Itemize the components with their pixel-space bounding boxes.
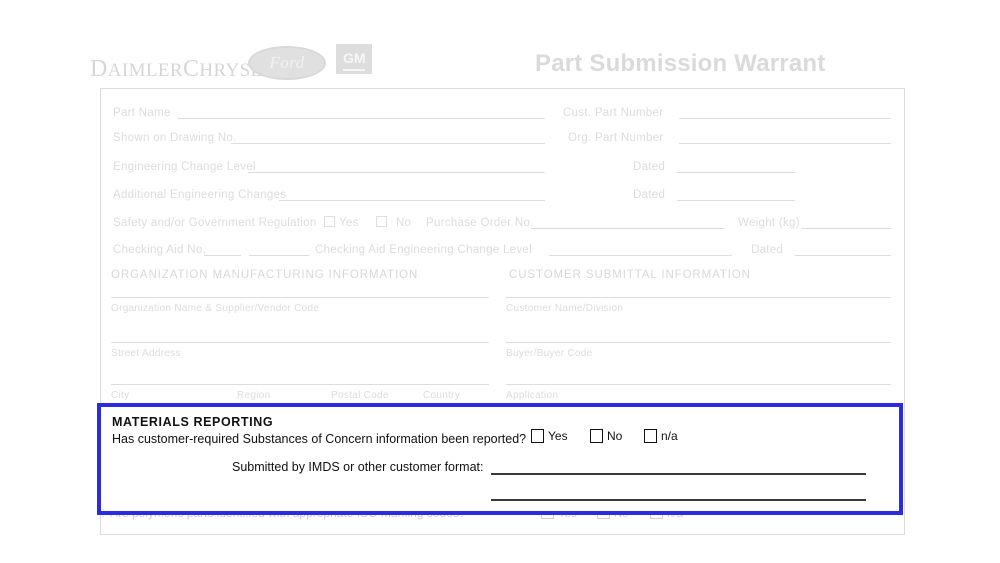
label-part-name: Part Name — [113, 107, 171, 119]
page-title: Part Submission Warrant — [535, 50, 826, 77]
label-weight-kg: Weight (kg) — [738, 217, 800, 229]
field-purchase-order-no[interactable] — [531, 228, 725, 229]
materials-option-no[interactable]: No — [590, 429, 622, 443]
field-weight-kg[interactable] — [801, 228, 891, 229]
label-org-name: Organization Name & Supplier/Vendor Code — [111, 303, 320, 314]
label-materials-no: No — [607, 429, 623, 443]
label-shown-on-drawing-no: Shown on Drawing No. — [113, 132, 237, 144]
checkbox-materials-no[interactable] — [590, 429, 603, 443]
label-region: Region — [237, 390, 271, 401]
field-cust-part-number[interactable] — [679, 118, 891, 119]
label-customer-name: Customer Name/Division — [506, 303, 624, 314]
label-safety-yes: Yes — [339, 217, 359, 229]
field-part-name[interactable] — [178, 118, 545, 119]
label-purchase-order-no: Purchase Order No. — [426, 217, 534, 229]
label-safety-no: No — [396, 217, 412, 229]
field-checking-aid-no-a[interactable] — [204, 255, 241, 256]
field-submitted-by-imds-line-1[interactable] — [491, 473, 866, 475]
materials-option-yes[interactable]: Yes — [531, 429, 568, 443]
label-application: Application — [506, 390, 559, 401]
label-checking-aid-dated: Dated — [751, 244, 784, 256]
section-heading-customer: CUSTOMER SUBMITTAL INFORMATION — [509, 269, 751, 281]
label-country: Country — [423, 390, 461, 401]
label-additional-engineering-changes: Additional Engineering Changes — [113, 189, 287, 201]
checkbox-materials-yes[interactable] — [531, 429, 544, 443]
field-shown-on-drawing-no[interactable] — [231, 143, 545, 144]
field-street-address[interactable] — [111, 342, 489, 343]
checkbox-safety-yes[interactable] — [324, 216, 335, 227]
materials-option-na[interactable]: n/a — [644, 429, 678, 443]
label-city: City — [111, 390, 130, 401]
gm-logo: GM — [336, 44, 372, 74]
field-additional-engineering-changes[interactable] — [279, 200, 545, 201]
field-customer-name[interactable] — [506, 297, 891, 298]
field-buyer-code[interactable] — [506, 342, 891, 343]
field-dated-2[interactable] — [677, 200, 795, 201]
ford-logo-text: Ford — [269, 53, 305, 72]
label-org-part-number: Org. Part Number — [568, 132, 664, 144]
gm-logo-text: GM — [343, 47, 366, 71]
field-city-region-postal-country[interactable] — [111, 384, 489, 385]
label-dated-1: Dated — [633, 161, 666, 173]
label-checking-aid-ecl: Checking Aid Engineering Change Level — [315, 244, 532, 256]
field-checking-aid-dated[interactable] — [795, 255, 891, 256]
label-safety-regulation: Safety and/or Government Regulation — [113, 217, 317, 229]
label-engineering-change-level: Engineering Change Level — [113, 161, 256, 173]
field-org-part-number[interactable] — [679, 143, 891, 144]
field-engineering-change-level[interactable] — [248, 172, 545, 173]
document-header: DAIMLERCHRYSLER Ford GM Part Submission … — [90, 44, 910, 88]
ford-logo: Ford — [248, 46, 326, 80]
section-heading-organization: ORGANIZATION MANUFACTURING INFORMATION — [111, 269, 419, 281]
field-application[interactable] — [506, 384, 891, 385]
label-postal-code: Postal Code — [331, 390, 389, 401]
label-dated-2: Dated — [633, 189, 666, 201]
checkbox-safety-no[interactable] — [376, 216, 387, 227]
label-submitted-by-imds: Submitted by IMDS or other customer form… — [232, 460, 484, 474]
label-street-address: Street Address — [111, 348, 181, 359]
scanned-document-page: DAIMLERCHRYSLER Ford GM Part Submission … — [0, 0, 1000, 563]
field-checking-aid-no-b[interactable] — [249, 255, 309, 256]
field-org-name[interactable] — [111, 297, 489, 298]
field-submitted-by-imds-line-2[interactable] — [491, 499, 866, 501]
label-checking-aid-no: Checking Aid No. — [113, 244, 207, 256]
label-materials-yes: Yes — [548, 429, 568, 443]
checkbox-materials-na[interactable] — [644, 429, 657, 443]
label-cust-part-number: Cust. Part Number — [563, 107, 664, 119]
label-materials-na: n/a — [661, 429, 678, 443]
materials-reporting-question: Has customer-required Substances of Conc… — [112, 432, 527, 446]
field-checking-aid-ecl[interactable] — [549, 255, 732, 256]
materials-reporting-highlight-box: MATERIALS REPORTING Has customer-require… — [97, 403, 903, 515]
materials-reporting-heading: MATERIALS REPORTING — [112, 415, 274, 429]
field-dated-1[interactable] — [677, 172, 795, 173]
label-buyer-code: Buyer/Buyer Code — [506, 348, 593, 359]
